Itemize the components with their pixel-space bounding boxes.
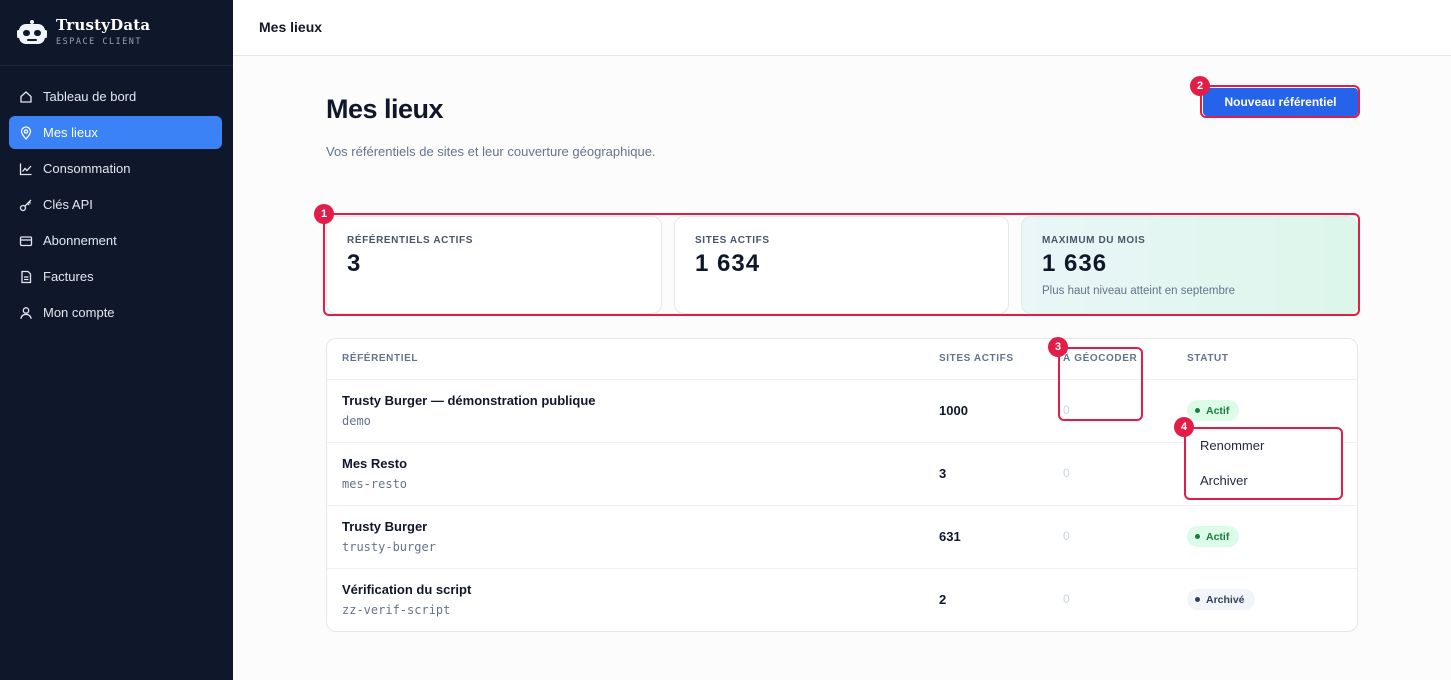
user-icon: [19, 306, 33, 320]
sidebar-item-label: Factures: [43, 269, 94, 284]
page-subtitle: Vos référentiels de sites et leur couver…: [326, 144, 656, 159]
row-name: Vérification du script: [342, 582, 472, 597]
row-name: Trusty Burger — démonstration publique: [342, 393, 596, 408]
sidebar-item-label: Consommation: [43, 161, 131, 176]
stat-card-referentiels-actifs: RÉFÉRENTIELS ACTIFS 3: [326, 216, 662, 314]
column-header-a-geocoder: À GÉOCODER: [1063, 353, 1138, 364]
status-dot-icon: [1195, 408, 1200, 413]
sidebar-item-label: Mes lieux: [43, 125, 98, 140]
chart-line-icon: [19, 162, 33, 176]
annotation-badge-1: 1: [314, 204, 334, 224]
row-action-menu: Renommer Archiver: [1186, 428, 1342, 499]
menu-item-archiver[interactable]: Archiver: [1200, 473, 1248, 488]
row-name: Mes Resto: [342, 456, 408, 471]
status-badge: Actif: [1187, 400, 1240, 421]
sidebar-item-abonnement[interactable]: Abonnement: [9, 224, 222, 257]
topbar: Mes lieux: [233, 0, 1451, 56]
topbar-title: Mes lieux: [259, 19, 323, 35]
row-sites: 2: [939, 592, 947, 607]
row-slug: demo: [342, 414, 371, 428]
row-geo: 0: [1063, 592, 1070, 606]
status-dot-icon: [1195, 534, 1200, 539]
sidebar-item-tableau-de-bord[interactable]: Tableau de bord: [9, 80, 222, 113]
row-geo: 0: [1063, 529, 1070, 543]
sidebar-item-cles-api[interactable]: Clés API: [9, 188, 222, 221]
status-dot-icon: [1195, 597, 1200, 602]
status-badge: Actif: [1187, 526, 1240, 547]
robot-logo-icon: [17, 20, 47, 44]
column-header-sites-actifs: SITES ACTIFS: [939, 353, 1014, 364]
status-text: Actif: [1206, 530, 1230, 543]
sidebar-item-label: Tableau de bord: [43, 89, 137, 104]
row-slug: trusty-burger: [342, 540, 436, 554]
row-name: Trusty Burger: [342, 519, 428, 534]
column-header-statut: STATUT: [1187, 353, 1229, 364]
menu-item-renommer[interactable]: Renommer: [1200, 438, 1264, 453]
map-pin-icon: [19, 125, 33, 140]
table-row[interactable]: Vérification du script zz-verif-script 2…: [327, 568, 1357, 631]
status-text: Actif: [1206, 404, 1230, 417]
brand-name: TrustyData: [56, 16, 151, 34]
column-header-referentiel: RÉFÉRENTIEL: [342, 353, 419, 364]
new-referentiel-button[interactable]: Nouveau référentiel: [1203, 88, 1358, 116]
key-icon: [19, 198, 33, 212]
sidebar-item-consommation[interactable]: Consommation: [9, 152, 222, 185]
status-text: Archivé: [1206, 593, 1245, 606]
stat-value: 3: [347, 250, 362, 277]
annotation-badge-4: 4: [1174, 417, 1194, 437]
sidebar-item-mes-lieux[interactable]: Mes lieux: [9, 116, 222, 149]
sidebar-item-factures[interactable]: Factures: [9, 260, 222, 293]
stat-label: SITES ACTIFS: [695, 235, 770, 246]
row-geo: 0: [1063, 403, 1070, 417]
home-icon: [19, 90, 33, 104]
credit-card-icon: [19, 234, 33, 248]
sidebar-item-label: Mon compte: [43, 305, 115, 320]
stat-card-sites-actifs: SITES ACTIFS 1 634: [674, 216, 1009, 314]
row-sites: 3: [939, 466, 947, 481]
sidebar-item-label: Clés API: [43, 197, 93, 212]
row-slug: zz-verif-script: [342, 603, 451, 617]
stat-card-maximum-du-mois: MAXIMUM DU MOIS 1 636 Plus haut niveau a…: [1021, 216, 1358, 314]
sidebar: TrustyData ESPACE CLIENT Tableau de bord…: [0, 0, 233, 680]
sidebar-item-mon-compte[interactable]: Mon compte: [9, 296, 222, 329]
stat-note: Plus haut niveau atteint en septembre: [1042, 285, 1236, 297]
stat-label: RÉFÉRENTIELS ACTIFS: [347, 235, 474, 246]
stat-value: 1 636: [1042, 250, 1108, 277]
sidebar-item-label: Abonnement: [43, 233, 117, 248]
invoice-icon: [19, 270, 33, 284]
brand[interactable]: TrustyData ESPACE CLIENT: [0, 0, 233, 66]
stat-value: 1 634: [695, 250, 761, 277]
row-geo: 0: [1063, 466, 1070, 480]
row-sites: 631: [939, 529, 961, 544]
row-sites: 1000: [939, 403, 968, 418]
brand-subtitle: ESPACE CLIENT: [56, 37, 143, 47]
status-badge: Archivé: [1187, 589, 1255, 610]
annotation-badge-3: 3: [1048, 337, 1068, 357]
table-row[interactable]: Trusty Burger trusty-burger 631 0 Actif: [327, 505, 1357, 568]
annotation-badge-2: 2: [1190, 76, 1210, 96]
page-title: Mes lieux: [326, 94, 444, 124]
row-slug: mes-resto: [342, 477, 408, 491]
stat-label: MAXIMUM DU MOIS: [1042, 235, 1146, 246]
